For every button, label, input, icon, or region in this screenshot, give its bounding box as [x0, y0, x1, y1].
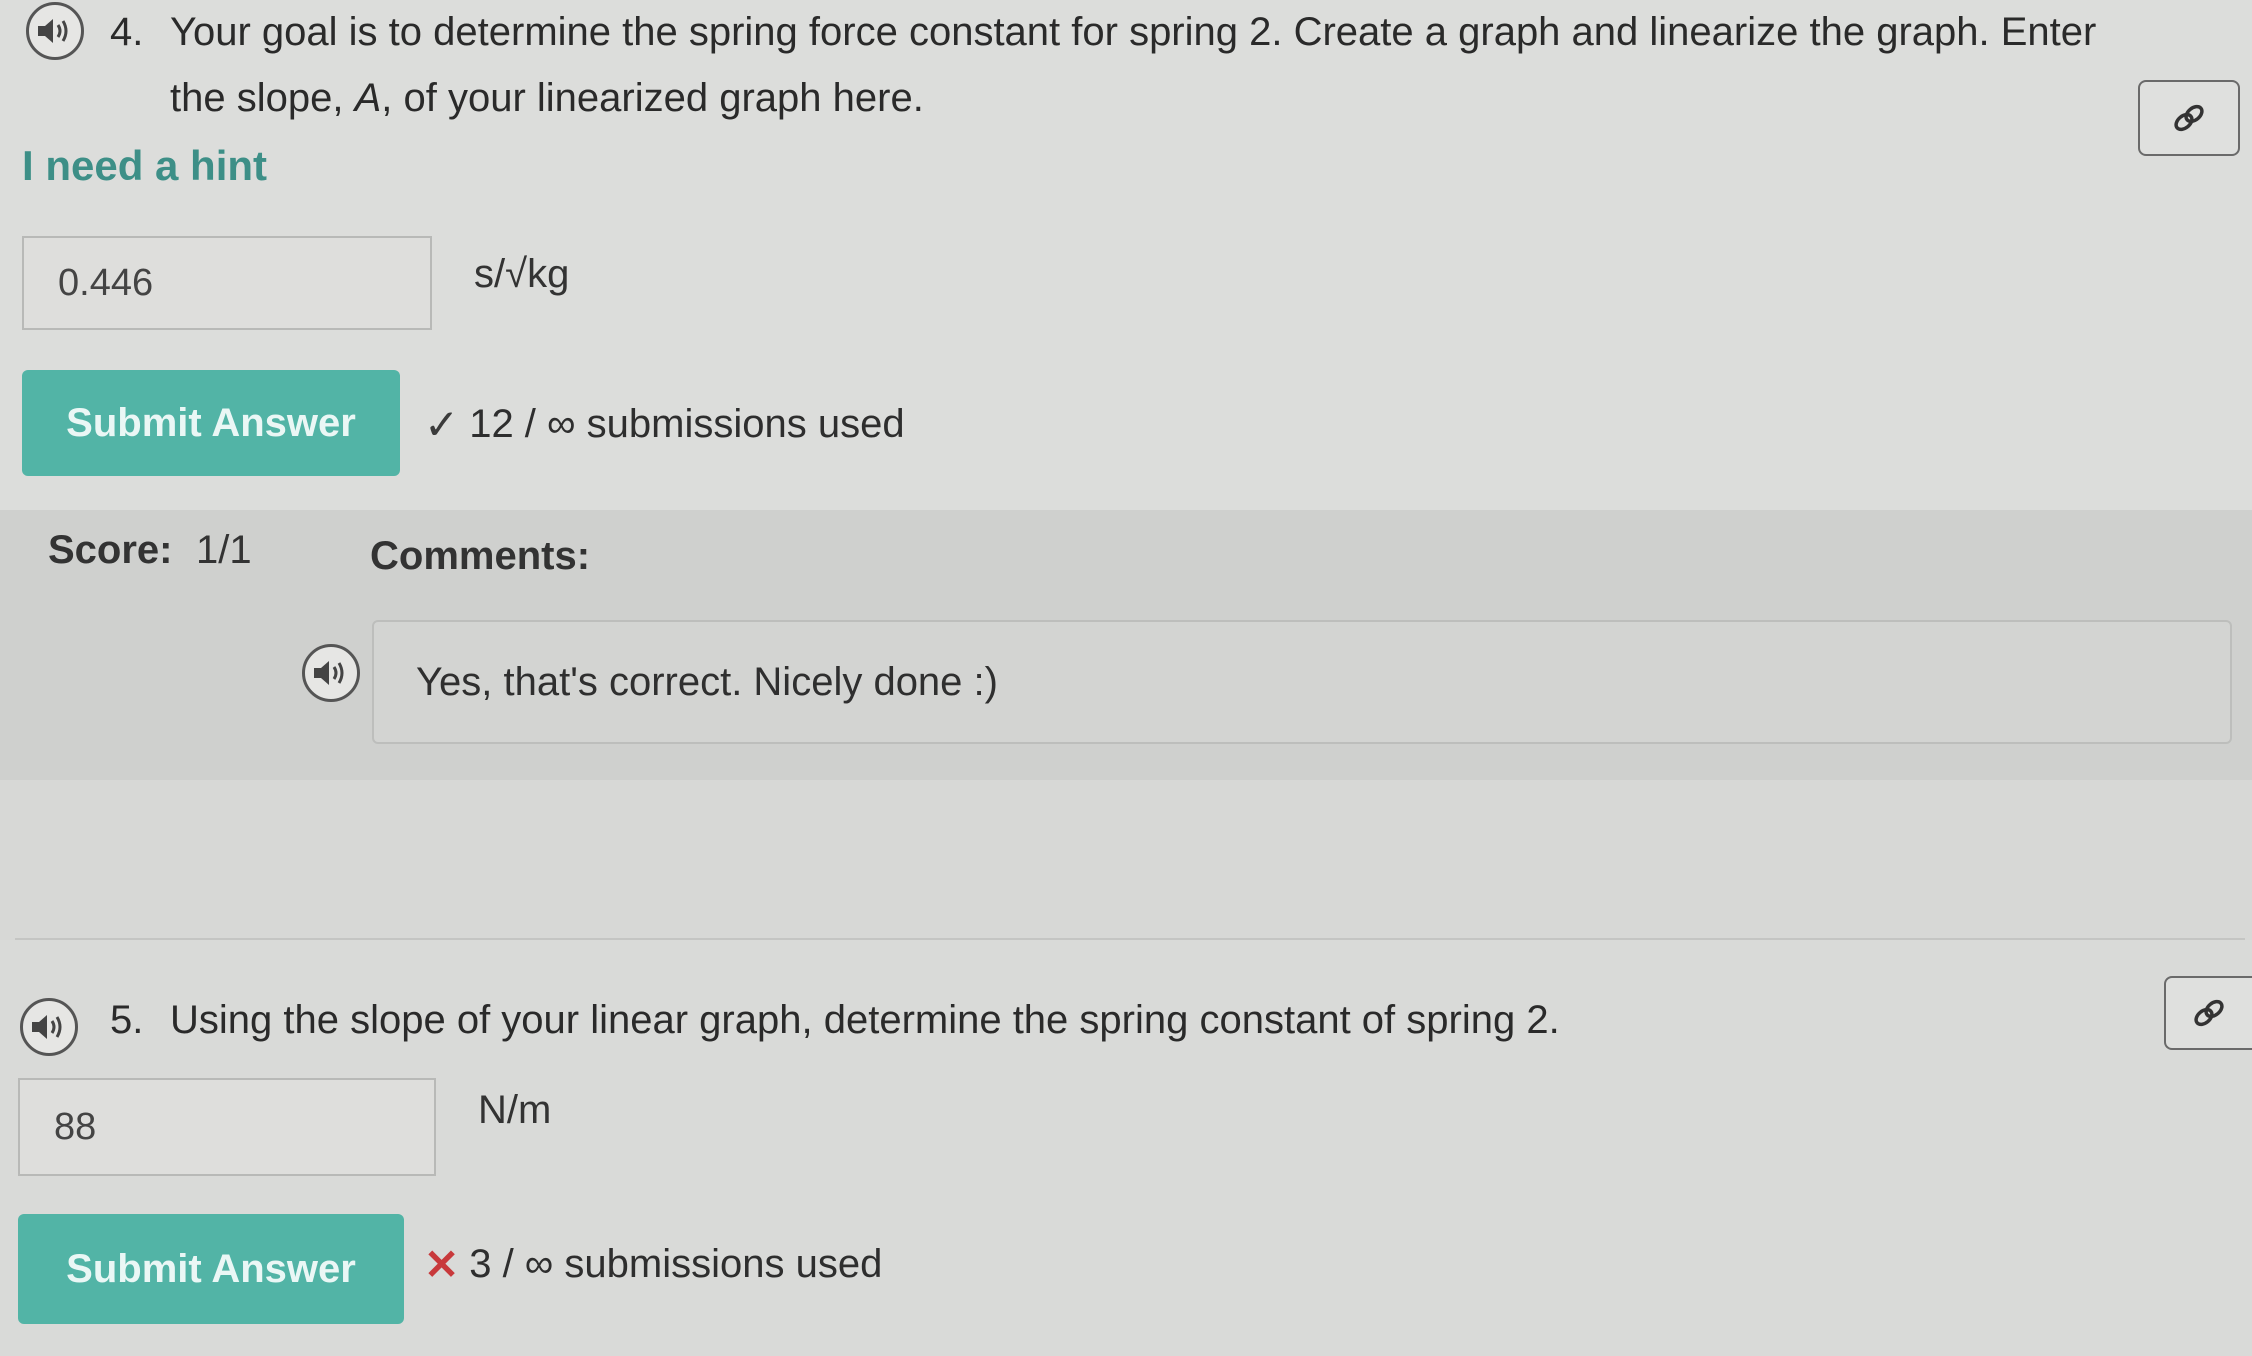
submission-count: 3 / ∞ submissions used [469, 1242, 883, 1286]
speaker-glyph [32, 1015, 62, 1039]
submit-answer-button[interactable]: Submit Answer [18, 1214, 404, 1324]
question-divider [15, 938, 2245, 940]
question-4-text-line2: the slope, A, of your linearized graph h… [170, 70, 924, 126]
spacer-panel [0, 780, 2252, 940]
speaker-glyph [314, 661, 344, 685]
cross-icon: ✕ [424, 1241, 460, 1288]
answer-input[interactable]: 0.446 [22, 236, 432, 330]
question-4-text-suffix: , of your linearized graph here. [381, 76, 924, 120]
speaker-icon[interactable] [20, 998, 78, 1056]
permalink-button[interactable] [2164, 976, 2252, 1050]
score-label: Score: [48, 528, 173, 572]
submit-answer-button[interactable]: Submit Answer [22, 370, 400, 476]
question-5-number: 5. [110, 998, 144, 1042]
comment-text: Yes, that's correct. Nicely done :) [416, 659, 998, 704]
link-icon [2174, 104, 2204, 132]
question-4-number: 4. [110, 10, 144, 54]
speaker-glyph [38, 19, 68, 43]
submission-status: ✕ 3 / ∞ submissions used [424, 1240, 882, 1289]
permalink-button[interactable] [2138, 80, 2240, 156]
speaker-icon[interactable] [26, 2, 84, 60]
comment-box: Yes, that's correct. Nicely done :) [372, 620, 2232, 744]
comments-label: Comments: [370, 534, 591, 578]
slope-variable: A [354, 76, 382, 120]
score-value: 1/1 [196, 528, 252, 572]
hint-link[interactable]: I need a hint [22, 142, 267, 190]
check-icon: ✓ [424, 401, 460, 448]
submission-count: 12 / ∞ submissions used [469, 402, 905, 446]
answer-input[interactable]: 88 [18, 1078, 436, 1176]
question-4-text-line1: Your goal is to determine the spring for… [170, 10, 2097, 54]
assignment-page: 4. Your goal is to determine the spring … [0, 0, 2252, 1356]
comment-speaker-icon[interactable] [302, 644, 360, 702]
question-4-text-prefix: the slope, [170, 76, 355, 120]
answer-unit: N/m [478, 1088, 552, 1132]
question-5-text: Using the slope of your linear graph, de… [170, 998, 1560, 1042]
answer-unit: s/√kg [474, 252, 570, 296]
link-icon [2194, 999, 2224, 1027]
submission-status: ✓ 12 / ∞ submissions used [424, 400, 905, 449]
